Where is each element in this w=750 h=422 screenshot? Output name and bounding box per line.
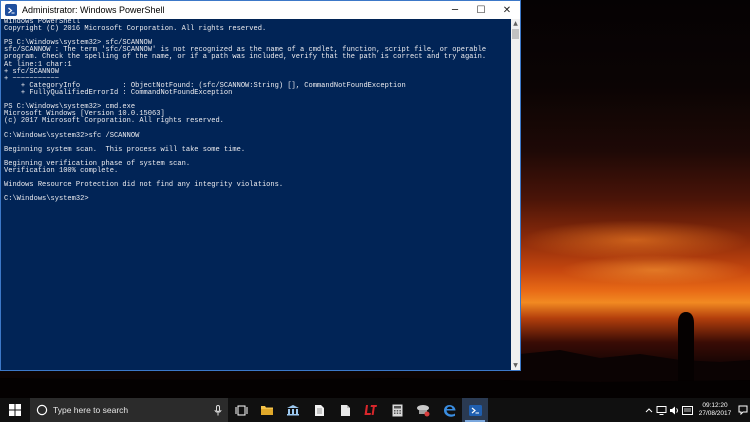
network-app-icon[interactable]	[410, 398, 436, 422]
console-line: Copyright (C) 2016 Microsoft Corporation…	[4, 25, 267, 34]
console-line: C:\Windows\system32>sfc /SCANNOW	[4, 131, 140, 140]
windows-logo-icon	[9, 404, 21, 416]
vertical-scrollbar[interactable]: ▲ ▼	[511, 19, 520, 370]
minimize-button[interactable]: ─	[442, 1, 468, 19]
search-placeholder: Type here to search	[53, 405, 129, 415]
console-line: (c) 2017 Microsoft Corporation. All righ…	[4, 117, 224, 126]
console-line: Beginning system scan. This process will…	[4, 145, 246, 154]
volume-icon[interactable]	[668, 398, 681, 422]
console-output[interactable]: Windows PowerShell Copyright (C) 2016 Mic…	[1, 19, 511, 370]
lt-app-icon[interactable]	[358, 398, 384, 422]
window-titlebar[interactable]: Administrator: Windows PowerShell ─ ☐ ✕	[1, 1, 520, 19]
scroll-up-icon[interactable]: ▲	[511, 19, 520, 28]
sunset-glow-lower	[560, 255, 750, 285]
console-text: Windows PowerShell Copyright (C) 2016 Mic…	[4, 19, 511, 203]
maximize-button[interactable]: ☐	[468, 1, 494, 19]
system-tray: 09:12:20 27/08/2017	[642, 398, 750, 422]
calculator-icon[interactable]	[384, 398, 410, 422]
clock-time: 09:12:20	[702, 402, 728, 409]
scrollbar-thumb[interactable]	[512, 29, 519, 39]
blank-document-icon[interactable]	[332, 398, 358, 422]
action-center-icon[interactable]	[736, 398, 750, 422]
task-view-icon[interactable]	[228, 398, 254, 422]
taskbar-clock[interactable]: 09:12:20 27/08/2017	[694, 402, 736, 418]
library-icon[interactable]	[280, 398, 306, 422]
scroll-down-icon[interactable]: ▼	[511, 361, 520, 370]
taskbar: Type here to search 09:12:20 27/08/2017	[0, 398, 750, 422]
powershell-window[interactable]: Administrator: Windows PowerShell ─ ☐ ✕ …	[0, 0, 521, 371]
console-line: C:\Windows\system32>	[4, 195, 89, 204]
sunset-glow	[520, 220, 750, 260]
console-line: Verification 100% complete.	[4, 166, 119, 175]
powershell-taskbar-icon[interactable]	[462, 398, 488, 422]
window-title: Administrator: Windows PowerShell	[22, 5, 165, 15]
console-line: At line:1 char:1	[4, 60, 72, 69]
console-line: + FullyQualifiedErrorId : CommandNotFoun…	[4, 88, 233, 97]
clock-date: 27/08/2017	[698, 410, 732, 417]
microphone-icon[interactable]	[214, 404, 222, 416]
document-icon[interactable]	[306, 398, 332, 422]
start-button[interactable]	[0, 398, 30, 422]
console-line: Windows Resource Protection did not find…	[4, 181, 284, 190]
edge-icon[interactable]	[436, 398, 462, 422]
chevron-up-icon[interactable]	[642, 398, 655, 422]
close-button[interactable]: ✕	[494, 1, 520, 19]
network-icon[interactable]	[655, 398, 668, 422]
console-line: + sfc/SCANNOW	[4, 67, 59, 76]
search-icon	[36, 404, 48, 416]
language-icon[interactable]	[681, 398, 694, 422]
file-explorer-icon[interactable]	[254, 398, 280, 422]
search-box[interactable]: Type here to search	[30, 398, 228, 422]
powershell-icon	[5, 4, 17, 16]
console-line: program. Check the spelling of the name,…	[4, 53, 487, 62]
